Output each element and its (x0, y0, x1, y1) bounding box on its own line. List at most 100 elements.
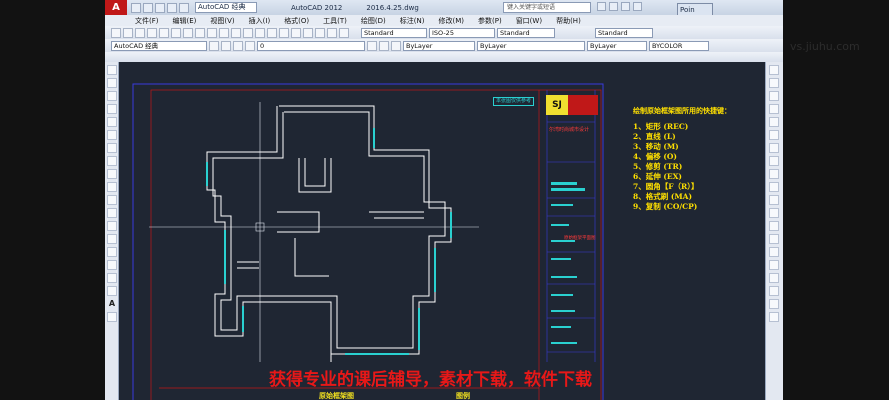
chamfer-icon[interactable] (769, 234, 779, 244)
menu-draw[interactable]: 绘图(D) (361, 16, 386, 26)
paste-icon[interactable] (207, 27, 217, 38)
multileader-style-select[interactable]: Standard (595, 27, 653, 38)
copy-object-icon[interactable] (769, 78, 779, 88)
text-style-select[interactable]: Standard (361, 27, 427, 38)
layers-panel-icon[interactable] (769, 299, 779, 309)
stretch-icon[interactable] (769, 169, 779, 179)
rotate-icon[interactable] (769, 143, 779, 153)
join-icon[interactable] (769, 221, 779, 231)
properties-icon[interactable] (291, 27, 301, 38)
search-input[interactable]: 键入关键字或短语 (503, 2, 591, 13)
offset-icon[interactable] (769, 104, 779, 114)
save-icon[interactable] (155, 2, 165, 13)
arc-icon[interactable] (107, 130, 117, 140)
redo-icon[interactable] (243, 27, 253, 38)
trim-icon[interactable] (769, 182, 779, 192)
revision-cloud-icon[interactable] (107, 156, 117, 166)
menu-window[interactable]: 窗口(W) (516, 16, 542, 26)
open-icon[interactable] (123, 27, 133, 38)
mirror-icon[interactable] (769, 91, 779, 101)
drawing-canvas[interactable]: 本张图仅供参考 SJ 尔湾时尚城市设计 原始框架平面图 绘制原始框架图所用的快捷… (119, 62, 765, 400)
make-block-icon[interactable] (107, 221, 117, 231)
publish-icon[interactable] (171, 27, 181, 38)
multiline-text-icon[interactable]: A (107, 299, 117, 309)
ellipse-icon[interactable] (107, 182, 117, 192)
menu-modify[interactable]: 修改(M) (438, 16, 464, 26)
open-icon[interactable] (143, 2, 153, 13)
layer-manager-icon[interactable] (221, 40, 231, 51)
menu-file[interactable]: 文件(F) (135, 16, 159, 26)
point-icon[interactable] (107, 234, 117, 244)
tool-palettes-icon[interactable] (315, 27, 325, 38)
communication-icon[interactable] (609, 2, 618, 11)
color-select[interactable]: ByLayer (403, 40, 475, 51)
redo-icon[interactable] (179, 2, 189, 13)
polygon-icon[interactable] (107, 104, 117, 114)
layer-state-icon[interactable] (233, 40, 243, 51)
linetype-select[interactable]: ByLayer (477, 40, 585, 51)
spline-icon[interactable] (107, 169, 117, 179)
table-icon[interactable] (107, 286, 117, 296)
lightbulb-icon[interactable] (245, 40, 255, 51)
table-style-select[interactable]: Standard (497, 27, 555, 38)
zoom-icon[interactable] (267, 27, 277, 38)
ellipse-arc-icon[interactable] (107, 195, 117, 205)
construction-line-icon[interactable] (107, 78, 117, 88)
undo-icon[interactable] (167, 2, 177, 13)
array-icon[interactable] (769, 117, 779, 127)
draw-order-icon[interactable] (769, 273, 779, 283)
workspace-select[interactable]: AutoCAD 经典 (195, 2, 257, 13)
menu-view[interactable]: 视图(V) (210, 16, 234, 26)
region-icon[interactable] (107, 273, 117, 283)
fillet-icon[interactable] (769, 247, 779, 257)
design-center-icon[interactable] (303, 27, 313, 38)
star-icon[interactable] (621, 2, 630, 11)
print-icon[interactable] (147, 27, 157, 38)
workspace-settings-icon[interactable] (209, 40, 219, 51)
cut-icon[interactable] (183, 27, 193, 38)
move-icon[interactable] (769, 130, 779, 140)
menu-tools[interactable]: 工具(T) (323, 16, 347, 26)
scale-icon[interactable] (769, 156, 779, 166)
layer-previous-icon[interactable] (379, 40, 389, 51)
lineweight-select[interactable]: ByLayer (587, 40, 647, 51)
circle-icon[interactable] (107, 143, 117, 153)
match-properties-icon[interactable] (219, 27, 229, 38)
rectangle-icon[interactable] (107, 117, 117, 127)
zoom-window-icon[interactable] (279, 27, 289, 38)
dim-style-select[interactable]: ISO-25 (429, 27, 495, 38)
gradient-icon[interactable] (107, 260, 117, 270)
layer-select[interactable]: 0 (257, 40, 365, 51)
pan-icon[interactable] (255, 27, 265, 38)
layer-state-manager-icon[interactable] (391, 40, 401, 51)
erase-icon[interactable] (769, 65, 779, 75)
extend-icon[interactable] (769, 195, 779, 205)
calculator-icon[interactable] (327, 27, 337, 38)
search-icon[interactable] (597, 2, 606, 11)
new-icon[interactable] (111, 27, 121, 38)
break-icon[interactable] (769, 208, 779, 218)
polyline-icon[interactable] (107, 91, 117, 101)
menu-help[interactable]: 帮助(H) (556, 16, 581, 26)
line-icon[interactable] (107, 65, 117, 75)
insert-block-icon[interactable] (107, 208, 117, 218)
add-selected-icon[interactable] (107, 312, 117, 322)
menu-dimension[interactable]: 标注(N) (400, 16, 425, 26)
preview-icon[interactable] (159, 27, 169, 38)
new-icon[interactable] (131, 2, 141, 13)
menu-format[interactable]: 格式(O) (284, 16, 309, 26)
hatch-icon[interactable] (107, 247, 117, 257)
help-icon[interactable] (339, 27, 349, 38)
match-icon[interactable] (769, 312, 779, 322)
menu-insert[interactable]: 插入(I) (249, 16, 271, 26)
save-icon[interactable] (135, 27, 145, 38)
plotstyle-select[interactable]: BYCOLOR (649, 40, 709, 51)
help-icon[interactable] (633, 2, 642, 11)
autocad-logo-icon[interactable]: A (105, 0, 127, 15)
explode-icon[interactable] (769, 260, 779, 270)
workspace-toolbar-select[interactable]: AutoCAD 经典 (111, 40, 207, 51)
make-current-icon[interactable] (367, 40, 377, 51)
properties-panel-icon[interactable] (769, 286, 779, 296)
copy-icon[interactable] (195, 27, 205, 38)
menu-parametric[interactable]: 参数(P) (478, 16, 502, 26)
